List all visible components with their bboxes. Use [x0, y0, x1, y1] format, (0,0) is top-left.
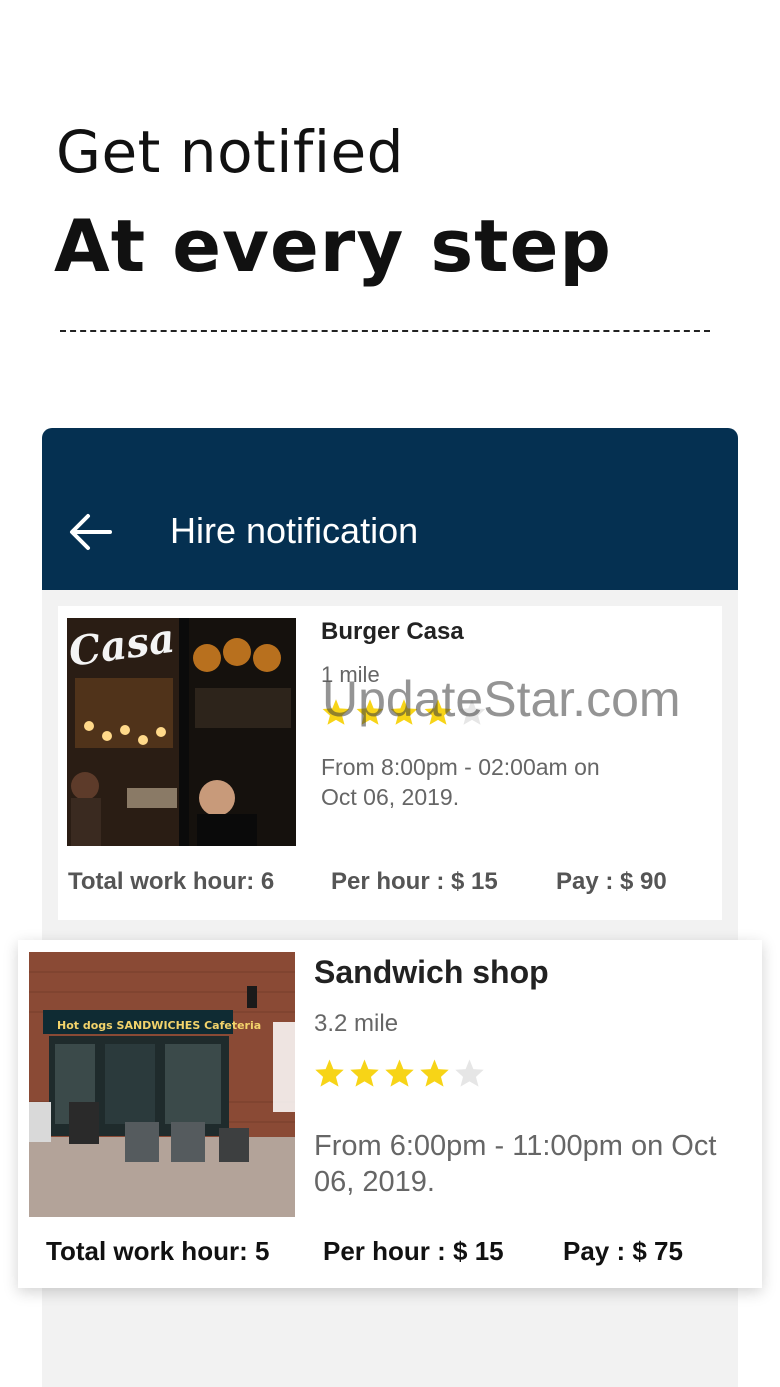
app-bar-title: Hire notification	[170, 510, 419, 551]
distance-text: 3.2 mile	[314, 1010, 399, 1037]
shift-time: From 6:00pm - 11:00pm on Oct 06, 2019.	[314, 1130, 717, 1198]
promo-headline-line1: Get notified	[56, 118, 404, 186]
restaurant-photo: Hot dogs SANDWICHES Cafeteria	[29, 952, 295, 1217]
star-filled-icon	[322, 699, 350, 725]
restaurant-photo: Casa	[67, 618, 296, 846]
star-filled-icon	[350, 1059, 379, 1087]
rating-stars	[321, 698, 487, 726]
star-empty-icon	[458, 699, 486, 725]
notification-card-burger-casa[interactable]: Casa Burger Casa 1 mile From 8:00pm - 02…	[58, 606, 722, 920]
star-filled-icon	[390, 699, 418, 725]
total-work-hour: Total work hour: 6	[68, 868, 275, 895]
star-filled-icon	[385, 1059, 414, 1087]
star-filled-icon	[356, 699, 384, 725]
star-filled-icon	[424, 699, 452, 725]
app-bar: Hire notification	[42, 428, 738, 590]
shift-time: From 8:00pm - 02:00am on Oct 06, 2019.	[321, 754, 600, 810]
per-hour-rate: Per hour : $ 15	[323, 1236, 504, 1266]
restaurant-sign: Hot dogs SANDWICHES Cafeteria	[57, 1019, 261, 1032]
dashed-divider	[60, 330, 710, 332]
pay-amount: Pay : $ 90	[556, 868, 667, 895]
star-filled-icon	[315, 1059, 344, 1087]
star-filled-icon	[420, 1059, 449, 1087]
star-empty-icon	[455, 1059, 484, 1087]
restaurant-name: Burger Casa	[321, 618, 464, 645]
total-work-hour: Total work hour: 5	[46, 1236, 270, 1266]
per-hour-rate: Per hour : $ 15	[331, 868, 498, 895]
pay-amount: Pay : $ 75	[563, 1236, 683, 1266]
back-arrow-icon[interactable]	[68, 512, 112, 552]
distance-text: 1 mile	[321, 662, 380, 687]
notification-card-sandwich-shop[interactable]: Hot dogs SANDWICHES Cafeteria Sandwich s…	[18, 940, 762, 1288]
promo-headline-line2: At every step	[54, 204, 612, 288]
rating-stars	[314, 1058, 485, 1088]
restaurant-name: Sandwich shop	[314, 954, 549, 990]
